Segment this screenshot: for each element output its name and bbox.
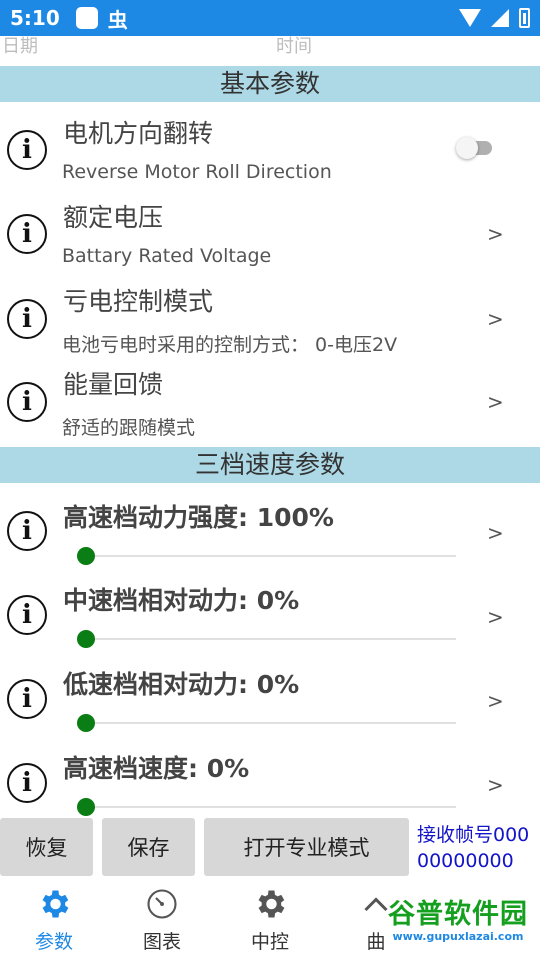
slider-thumb[interactable] xyxy=(77,714,95,732)
info-icon[interactable]: i xyxy=(7,214,47,254)
date-column-label: 日期 xyxy=(2,36,38,57)
chevron-right-icon: > xyxy=(487,390,504,414)
bug-notification-icon: 虫 xyxy=(107,7,128,32)
setting-title: 高速档动力强度: 100% xyxy=(63,503,334,532)
watermark-text: 谷普软件园 xyxy=(388,899,528,930)
slider-thumb[interactable] xyxy=(77,798,95,816)
restore-button[interactable]: 恢复 xyxy=(0,818,93,876)
action-bar: 恢复 保存 打开专业模式 接收帧号00000000000 xyxy=(0,818,540,878)
status-bar: 5:10 虫 xyxy=(0,0,540,36)
gear-icon xyxy=(258,890,285,918)
battery-icon xyxy=(519,8,530,28)
setting-subtitle: Battary Rated Voltage xyxy=(62,245,272,267)
nav-item-params[interactable]: 参数 xyxy=(14,878,94,960)
wifi-icon xyxy=(459,9,481,27)
info-icon[interactable]: i xyxy=(7,382,47,422)
setting-title: 额定电压 xyxy=(63,203,164,232)
setting-subtitle: Reverse Motor Roll Direction xyxy=(62,161,332,183)
nav-item-chart[interactable]: 图表 xyxy=(122,878,202,960)
setting-row-low-battery-mode[interactable]: i 亏电控制模式 电池亏电时采用的控制方式： 0-电压2V > xyxy=(0,277,540,359)
high-speed-power-slider[interactable] xyxy=(86,555,456,557)
nav-item-control[interactable]: 中控 xyxy=(230,878,310,960)
signal-icon xyxy=(491,9,509,27)
frame-counter: 接收帧号00000000000 xyxy=(417,824,530,872)
info-icon[interactable]: i xyxy=(7,511,47,551)
setting-title: 电机方向翻转 xyxy=(63,119,214,148)
gauge-icon xyxy=(147,889,177,919)
nav-label: 中控 xyxy=(250,931,289,953)
chevron-right-icon: > xyxy=(487,689,504,713)
info-icon[interactable]: i xyxy=(7,130,47,170)
setting-row-rated-voltage[interactable]: i 额定电压 Battary Rated Voltage > xyxy=(0,192,540,274)
log-column-header: 日期 时间 xyxy=(0,32,540,58)
high-speed-speed-slider[interactable] xyxy=(86,806,456,808)
gear-icon xyxy=(42,890,69,918)
status-time: 5:10 xyxy=(10,6,60,30)
info-icon[interactable]: i xyxy=(7,679,47,719)
setting-row-energy-feedback[interactable]: i 能量回馈 舒适的跟随模式 > xyxy=(0,360,540,442)
setting-title: 低速档相对动力: 0% xyxy=(63,670,300,699)
slider-thumb[interactable] xyxy=(77,630,95,648)
watermark-url: www.gupuxlazai.com xyxy=(392,930,524,943)
section-header-speed: 三档速度参数 xyxy=(0,447,540,483)
setting-title: 高速档速度: 0% xyxy=(63,754,250,783)
toggle-thumb xyxy=(456,137,478,159)
info-icon[interactable]: i xyxy=(7,763,47,803)
mid-speed-power-slider[interactable] xyxy=(86,638,456,640)
motor-direction-toggle[interactable] xyxy=(456,137,492,159)
pro-mode-button[interactable]: 打开专业模式 xyxy=(204,818,409,876)
slider-thumb[interactable] xyxy=(77,547,95,565)
chevron-right-icon: > xyxy=(487,521,504,545)
setting-subtitle: 电池亏电时采用的控制方式： 0-电压2V xyxy=(62,334,398,356)
chevron-right-icon: > xyxy=(487,605,504,629)
time-column-label: 时间 xyxy=(276,36,312,57)
info-icon[interactable]: i xyxy=(7,299,47,339)
chevron-right-icon: > xyxy=(487,307,504,331)
setting-title: 中速档相对动力: 0% xyxy=(63,586,300,615)
low-speed-power-slider[interactable] xyxy=(86,722,456,724)
chevron-right-icon: > xyxy=(487,773,504,797)
watermark: 谷普软件园 www.gupuxlazai.com xyxy=(378,897,538,943)
info-icon[interactable]: i xyxy=(7,595,47,635)
setting-title: 能量回馈 xyxy=(63,370,164,399)
nav-label: 参数 xyxy=(34,931,73,953)
section-header-basic: 基本参数 xyxy=(0,66,540,102)
chevron-right-icon: > xyxy=(487,222,504,246)
app-notification-icon xyxy=(75,7,98,29)
setting-title: 亏电控制模式 xyxy=(63,287,214,316)
nav-label: 图表 xyxy=(142,931,181,953)
setting-subtitle: 舒适的跟随模式 xyxy=(62,417,196,439)
save-button[interactable]: 保存 xyxy=(102,818,195,876)
